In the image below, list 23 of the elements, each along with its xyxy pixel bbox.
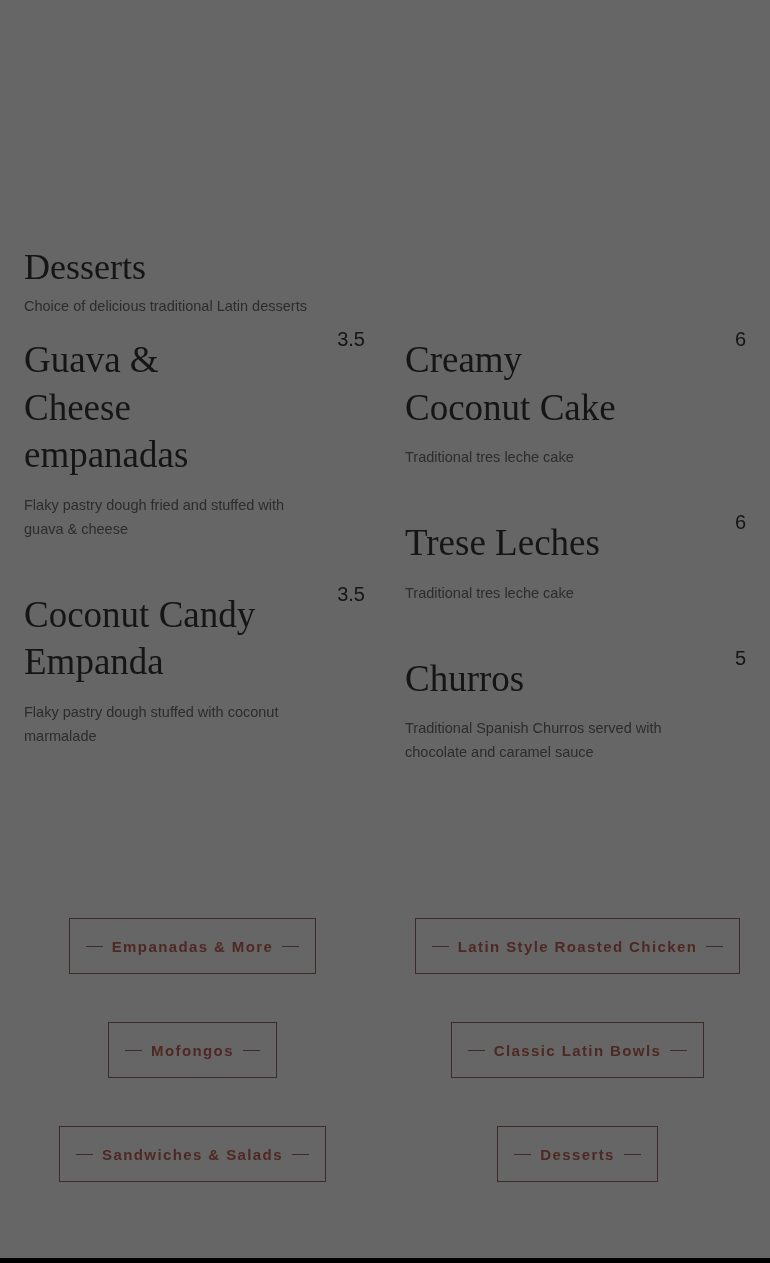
category-link[interactable]: Classic Latin Bowls xyxy=(450,1022,705,1078)
dish-name: Trese Leches xyxy=(405,521,600,565)
dish-name: Coconut Candy Empanda xyxy=(24,592,257,684)
category-link[interactable]: Desserts xyxy=(497,1126,658,1182)
dish-price: 6 xyxy=(734,327,746,352)
dish-description: Traditional tres leche cake xyxy=(405,583,575,603)
category-link[interactable]: Empanadas & More xyxy=(68,918,317,974)
dish-price: 3.5 xyxy=(337,327,365,352)
dish-description: Flaky pastry dough stuffed with coconut marmalade xyxy=(24,702,280,746)
dish-price: 5 xyxy=(734,645,746,671)
dish-name: Creamy Coconut Cake xyxy=(405,338,617,430)
section-title: Desserts xyxy=(24,246,147,288)
dish-price: 6 xyxy=(734,510,746,535)
dish-name: Guava & Cheese empanadas xyxy=(24,338,190,477)
dish-price: 3.5 xyxy=(337,581,365,607)
category-link[interactable]: Latin Style Roasted Chicken xyxy=(414,918,741,974)
dish-description: Flaky pastry dough fried and stuffed with guava & cheese xyxy=(24,495,286,539)
dish-description: Traditional Spanish Churros served with chocolate and caramel sauce xyxy=(405,719,663,762)
dish-name: Churros xyxy=(405,656,525,701)
category-link[interactable]: Sandwiches & Salads xyxy=(59,1126,326,1182)
dish-description: Traditional tres leche cake xyxy=(405,448,575,467)
category-link[interactable]: Mofongos xyxy=(108,1022,277,1078)
section-subtitle: Choice of delicious traditional Latin desserts xyxy=(24,297,308,316)
